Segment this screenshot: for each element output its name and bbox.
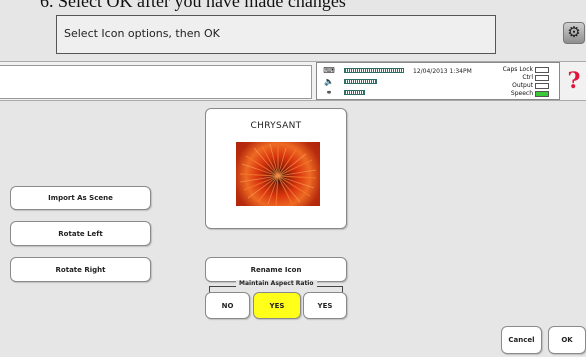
speaker-meter: 🔈 <box>322 77 412 86</box>
ok-button[interactable]: OK <box>548 326 586 354</box>
help-icon[interactable]: ? <box>563 68 585 94</box>
rotate-right-button[interactable]: Rotate Right <box>10 257 151 282</box>
lock-box <box>535 75 549 81</box>
speech-indicator: Speech <box>473 90 549 98</box>
speaker-icon: 🔈 <box>324 77 334 86</box>
headphones-level-bar <box>344 90 365 95</box>
import-as-scene-button[interactable]: Import As Scene <box>10 186 151 210</box>
wrench-icon[interactable]: ⚙ <box>563 22 585 44</box>
lock-box <box>535 67 549 73</box>
lock-label: Output <box>512 82 533 89</box>
datetime: 12/04/2013 1:34PM <box>413 68 472 75</box>
aspect-no-button[interactable]: NO <box>205 292 250 319</box>
headphones-meter: ⚭ <box>322 88 412 97</box>
status-panel: ⌨ 🔈 ⚭ 12/04/2013 1:34PM Caps Lock Ctrl O… <box>316 62 560 100</box>
ctrl-indicator: Ctrl <box>473 74 549 82</box>
aspect-ratio-label: Maintain Aspect Ratio <box>236 280 317 287</box>
rename-icon-button[interactable]: Rename Icon <box>205 257 347 282</box>
message-panel <box>0 65 312 99</box>
icon-title: CHRYSANT <box>250 121 302 131</box>
keyboard-icon: ⌨ <box>323 66 335 75</box>
cancel-button[interactable]: Cancel <box>501 326 542 354</box>
speaker-level-bar <box>344 79 377 84</box>
petals-graphic <box>239 143 317 206</box>
lock-indicators: Caps Lock Ctrl Output Speech <box>473 66 549 98</box>
headphones-icon: ⚭ <box>325 88 333 97</box>
keyboard-meter: ⌨ <box>322 66 412 75</box>
lock-label: Caps Lock <box>502 66 533 73</box>
chrysanthemum-image <box>236 142 320 206</box>
caps-lock-indicator: Caps Lock <box>473 66 549 74</box>
instruction-box: Select Icon options, then OK <box>56 15 496 54</box>
lock-label: Speech <box>510 90 533 97</box>
rotate-left-button[interactable]: Rotate Left <box>10 221 151 246</box>
lock-label: Ctrl <box>522 74 533 81</box>
instruction-heading: 6. Select OK after you have made changes <box>40 0 346 11</box>
keyboard-level-bar <box>344 68 404 73</box>
output-indicator: Output <box>473 82 549 90</box>
aspect-yes-alt-button[interactable]: YES <box>303 292 347 319</box>
aspect-yes-button[interactable]: YES <box>253 292 301 319</box>
icon-preview-card: CHRYSANT <box>205 108 347 229</box>
lock-box <box>535 83 549 89</box>
lock-box <box>535 91 549 97</box>
instruction-text: Select Icon options, then OK <box>64 27 220 40</box>
